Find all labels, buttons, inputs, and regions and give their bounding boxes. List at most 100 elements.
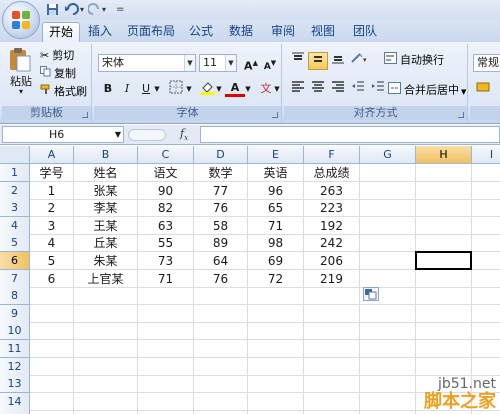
cell-f3[interactable]: 223: [304, 199, 360, 218]
cell-a6[interactable]: 5: [30, 252, 74, 270]
cell-h12[interactable]: [416, 357, 472, 376]
cell-e13[interactable]: [248, 375, 304, 394]
font-color-button[interactable]: A: [225, 80, 245, 97]
row-header-6[interactable]: 6: [0, 252, 30, 270]
column-header-h[interactable]: H: [416, 146, 472, 164]
cell-b8[interactable]: [74, 287, 138, 306]
column-header-c[interactable]: C: [138, 146, 194, 164]
cell-a9[interactable]: [30, 304, 74, 323]
cell-d4[interactable]: 58: [194, 216, 248, 235]
cell-a2[interactable]: 1: [30, 181, 74, 200]
cell-a4[interactable]: 3: [30, 216, 74, 235]
cell-i5[interactable]: [472, 234, 500, 253]
tab-data[interactable]: 数据: [224, 22, 258, 42]
cell-f11[interactable]: [304, 340, 360, 358]
cell-c9[interactable]: [138, 304, 194, 323]
cell-g13[interactable]: [360, 375, 416, 394]
select-all-corner[interactable]: [0, 146, 30, 164]
cell-f9[interactable]: [304, 304, 360, 323]
row-header-10[interactable]: 10: [0, 322, 30, 341]
align-top-button[interactable]: [288, 52, 308, 70]
office-button[interactable]: [2, 1, 40, 39]
row-header-9[interactable]: 9: [0, 304, 30, 323]
font-launcher-icon[interactable]: [272, 112, 278, 118]
row-header-2[interactable]: 2: [0, 181, 30, 200]
cell-g10[interactable]: [360, 322, 416, 341]
cell-d7[interactable]: 76: [194, 269, 248, 288]
font-color-dropdown-icon[interactable]: ▼: [243, 80, 253, 98]
cell-c2[interactable]: 90: [138, 181, 194, 200]
cell-i9[interactable]: [472, 305, 500, 323]
cell-f13[interactable]: [304, 375, 360, 394]
cell-b15[interactable]: [74, 410, 138, 414]
cell-b14[interactable]: [74, 392, 138, 411]
undo-dropdown-icon[interactable]: ▾: [80, 3, 84, 17]
align-left-button[interactable]: [288, 80, 308, 98]
insert-function-button[interactable]: fx: [170, 127, 198, 142]
column-header-a[interactable]: A: [30, 146, 74, 164]
cell-e12[interactable]: [248, 357, 304, 376]
cell-f1[interactable]: 总成绩: [304, 164, 360, 182]
cell-d9[interactable]: [194, 304, 248, 323]
shrink-font-button[interactable]: A▼: [260, 54, 280, 72]
row-header-3[interactable]: 3: [0, 199, 30, 218]
paste-options-icon[interactable]: [363, 287, 379, 302]
cell-g3[interactable]: [360, 199, 416, 218]
cell-c5[interactable]: 55: [138, 234, 194, 253]
row-header-5[interactable]: 5: [0, 234, 30, 253]
alignment-launcher-icon[interactable]: [458, 112, 464, 118]
align-center-button[interactable]: [308, 80, 328, 98]
paste-dropdown-icon[interactable]: ▾: [8, 88, 34, 96]
clipboard-launcher-icon[interactable]: [82, 112, 88, 118]
cell-b1[interactable]: 姓名: [74, 164, 138, 182]
tab-insert[interactable]: 插入: [84, 22, 116, 42]
font-name-select[interactable]: 宋体 ▼: [98, 54, 196, 72]
cell-c14[interactable]: [138, 392, 194, 411]
cell-e14[interactable]: [248, 392, 304, 411]
cell-c6[interactable]: 73: [138, 252, 194, 270]
cell-a14[interactable]: [30, 392, 74, 411]
cell-b13[interactable]: [74, 375, 138, 394]
cell-i4[interactable]: [472, 217, 500, 235]
cell-i8[interactable]: [472, 287, 500, 306]
cell-e6[interactable]: 69: [248, 252, 304, 270]
cell-f14[interactable]: [304, 392, 360, 411]
cell-a12[interactable]: [30, 357, 74, 376]
cell-a10[interactable]: [30, 322, 74, 341]
cell-e10[interactable]: [248, 322, 304, 341]
cell-b9[interactable]: [74, 304, 138, 323]
row-header-12[interactable]: 12: [0, 357, 30, 376]
cell-a5[interactable]: 4: [30, 234, 74, 253]
cell-a8[interactable]: [30, 287, 74, 306]
cell-d5[interactable]: 89: [194, 234, 248, 253]
format-painter-button[interactable]: 格式刷: [40, 84, 87, 101]
cell-b10[interactable]: [74, 322, 138, 341]
cell-e4[interactable]: 71: [248, 216, 304, 235]
cell-e1[interactable]: 英语: [248, 164, 304, 182]
column-header-e[interactable]: E: [248, 146, 304, 164]
row-header-8[interactable]: 8: [0, 287, 30, 306]
row-header-7[interactable]: 7: [0, 269, 30, 288]
paste-button[interactable]: 粘贴 ▾: [8, 46, 34, 96]
row-header-4[interactable]: 4: [0, 216, 30, 235]
cell-c7[interactable]: 71: [138, 269, 194, 288]
underline-dropdown-icon[interactable]: ▼: [152, 80, 162, 98]
cell-f6[interactable]: 206: [304, 252, 360, 270]
merge-center-button[interactable]: 合并后居中 ▼: [388, 82, 466, 99]
wrap-text-button[interactable]: 自动换行: [384, 52, 444, 69]
font-size-select[interactable]: 11 ▼: [199, 54, 237, 72]
name-box[interactable]: H6 ▼: [2, 126, 124, 143]
tab-team[interactable]: 团队: [348, 22, 382, 42]
tab-home[interactable]: 开始: [42, 22, 80, 42]
align-middle-button[interactable]: [308, 52, 328, 70]
cell-c4[interactable]: 63: [138, 216, 194, 235]
row-header-1[interactable]: 1: [0, 164, 30, 182]
tab-formulas[interactable]: 公式: [184, 22, 218, 42]
borders-dropdown-icon[interactable]: ▼: [184, 80, 194, 98]
cell-e9[interactable]: [248, 304, 304, 323]
cell-d8[interactable]: [194, 287, 248, 306]
cell-h8[interactable]: [416, 287, 472, 306]
cell-e8[interactable]: [248, 287, 304, 306]
orientation-button[interactable]: ▾: [348, 52, 372, 70]
tab-page-layout[interactable]: 页面布局: [122, 22, 180, 42]
